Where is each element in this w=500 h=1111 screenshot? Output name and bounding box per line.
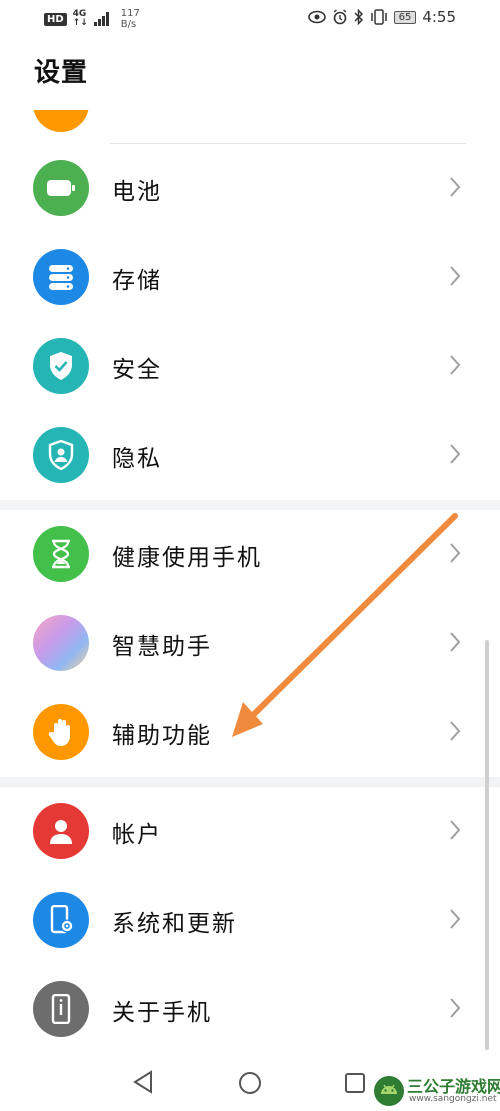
network-arrows: ↑↓ <box>72 18 88 28</box>
settings-item-label: 帐户 <box>112 822 162 848</box>
chevron-right-icon <box>450 266 461 286</box>
chevron-right-icon <box>450 444 461 464</box>
shield-check-icon <box>33 338 89 394</box>
section-gap <box>0 777 500 787</box>
network-type: 4G ↑↓ <box>73 10 88 28</box>
back-icon[interactable] <box>132 1070 154 1094</box>
storage-icon <box>33 249 89 305</box>
chevron-right-icon <box>450 355 461 375</box>
chevron-right-icon <box>450 632 461 652</box>
status-left: HD 4G ↑↓ 117 B/s <box>44 8 140 30</box>
settings-item-label: 关于手机 <box>112 1000 212 1026</box>
settings-item-storage[interactable]: 存储 <box>0 233 500 322</box>
chevron-right-icon <box>450 721 461 741</box>
settings-item-label: 健康使用手机 <box>112 545 262 571</box>
home-icon[interactable] <box>238 1071 262 1095</box>
hand-icon <box>33 704 89 760</box>
privacy-icon <box>33 427 89 483</box>
eye-icon <box>307 10 326 24</box>
settings-item-assistant[interactable]: 智慧助手 <box>0 599 500 688</box>
alarm-icon <box>333 9 347 25</box>
assistant-icon <box>33 615 89 671</box>
signal-icon <box>93 12 109 26</box>
chevron-right-icon <box>450 998 461 1018</box>
battery-indicator: 65 <box>393 10 417 24</box>
settings-item-label: 辅助功能 <box>112 723 212 749</box>
network-speed-unit: B/s <box>120 19 137 30</box>
recents-icon[interactable] <box>344 1072 366 1094</box>
status-bar: HD 4G ↑↓ 117 B/s 65 4:55 <box>0 0 500 36</box>
vibrate-icon <box>370 9 387 25</box>
settings-item-battery[interactable]: 电池 <box>0 144 500 233</box>
settings-item-label: 智慧助手 <box>112 634 212 660</box>
settings-item-label: 安全 <box>112 357 162 383</box>
hourglass-icon <box>33 526 89 582</box>
watermark: 三公子游戏网 www.sangongzi.net <box>365 1070 500 1111</box>
chevron-right-icon <box>450 909 461 929</box>
phone-gear-icon <box>33 892 89 948</box>
settings-item-label: 系统和更新 <box>112 911 237 937</box>
settings-item-digital-balance[interactable]: 健康使用手机 <box>0 510 500 599</box>
account-icon <box>33 803 89 859</box>
section-gap <box>0 500 500 510</box>
settings-item-system-update[interactable]: 系统和更新 <box>0 876 500 965</box>
settings-item-security[interactable]: 安全 <box>0 322 500 411</box>
phone-info-icon <box>33 981 89 1037</box>
watermark-url: www.sangongzi.net <box>409 1094 497 1104</box>
network-speed-value: 117 <box>120 8 140 19</box>
scrollbar[interactable] <box>485 640 489 1050</box>
battery-icon <box>33 160 89 216</box>
chevron-right-icon <box>450 543 461 563</box>
settings-item-privacy[interactable]: 隐私 <box>0 411 500 500</box>
bluetooth-icon <box>354 9 363 25</box>
network-speed: 117 B/s <box>121 8 140 30</box>
hd-badge: HD <box>44 12 67 26</box>
page-title: 设置 <box>34 58 89 88</box>
android-logo-icon <box>374 1076 404 1106</box>
status-right: 65 4:55 <box>307 8 456 26</box>
settings-item-account[interactable]: 帐户 <box>0 787 500 876</box>
settings-item-label: 电池 <box>112 179 162 205</box>
settings-screen: HD 4G ↑↓ 117 B/s 65 4:55 设置 电池 存储 安全 隐私 … <box>0 0 500 1111</box>
settings-item-label: 存储 <box>112 268 162 294</box>
settings-item-about-phone[interactable]: 关于手机 <box>0 965 500 1054</box>
chevron-right-icon <box>450 820 461 840</box>
clock: 4:55 <box>422 8 456 26</box>
settings-item-accessibility[interactable]: 辅助功能 <box>0 688 500 777</box>
settings-item-label: 隐私 <box>112 446 162 472</box>
chevron-right-icon <box>450 177 461 197</box>
